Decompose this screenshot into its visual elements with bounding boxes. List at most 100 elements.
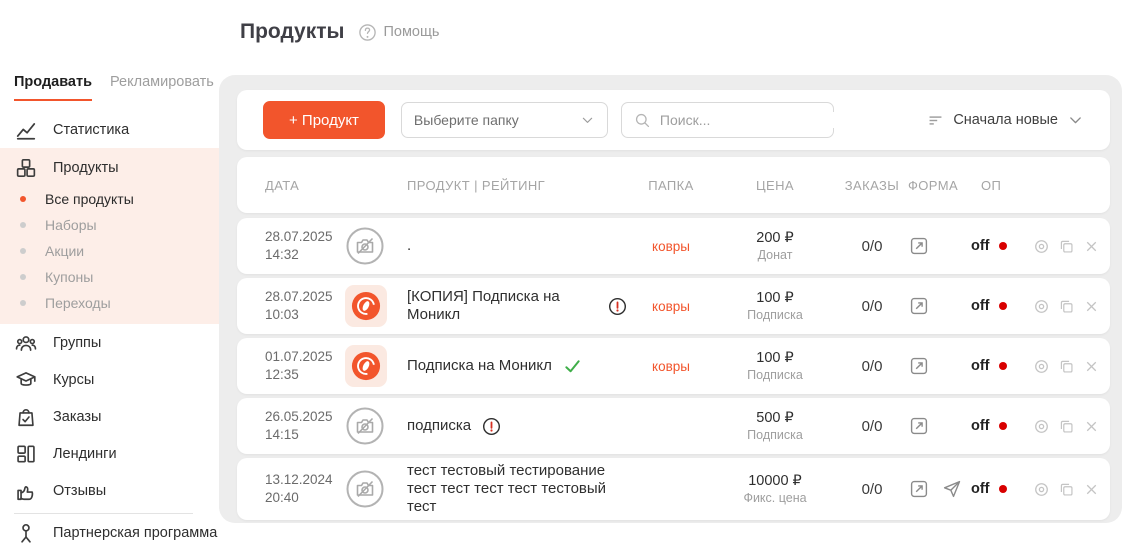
delete-icon[interactable] [1083, 358, 1100, 375]
form-link-icon[interactable] [909, 296, 929, 316]
sidebar-item-orders[interactable]: Заказы [0, 398, 219, 435]
price-type: Подписка [709, 428, 841, 442]
folder-link[interactable]: ковры [652, 239, 690, 254]
folder-select[interactable]: Выберите папку [401, 102, 608, 138]
price-type: Подписка [709, 368, 841, 382]
copy-icon[interactable] [1058, 358, 1075, 375]
sidebar-item-label: Лендинги [53, 446, 117, 462]
status-dot-icon [999, 302, 1007, 310]
copy-icon[interactable] [1058, 238, 1075, 255]
sidebar-item-sets[interactable]: Наборы [0, 212, 219, 238]
delete-icon[interactable] [1083, 298, 1100, 315]
product-title: . [407, 237, 411, 255]
view-icon[interactable] [1033, 358, 1050, 375]
row-date: 26.05.2025 [265, 408, 345, 426]
row-time: 14:15 [265, 426, 345, 444]
form-link-icon[interactable] [909, 236, 929, 256]
copy-icon[interactable] [1058, 481, 1075, 498]
form-link-icon[interactable] [909, 479, 929, 499]
tab-sell[interactable]: Продавать [14, 74, 92, 101]
product-title: Подписка на Моникл [407, 357, 552, 375]
sidebar-item-all-products[interactable]: Все продукты [0, 186, 219, 212]
sidebar-menu: Статистика Продукты Все продукты [0, 112, 219, 551]
view-icon[interactable] [1033, 238, 1050, 255]
sidebar-item-courses[interactable]: Курсы [0, 361, 219, 398]
sidebar-item-landings[interactable]: Лендинги [0, 435, 219, 472]
col-date: ДАТА [265, 178, 345, 193]
courses-icon [15, 369, 37, 391]
view-icon[interactable] [1033, 481, 1050, 498]
form-link-icon[interactable] [909, 416, 929, 436]
delete-icon[interactable] [1083, 238, 1100, 255]
products-icon [15, 157, 37, 179]
chevron-down-icon [1067, 112, 1084, 129]
sidebar-item-promos[interactable]: Акции [0, 238, 219, 264]
row-date: 28.07.2025 [265, 288, 345, 306]
folder-link[interactable]: ковры [652, 359, 690, 374]
col-product: ПРОДУКТ | РЕЙТИНГ [407, 178, 633, 193]
op-toggle[interactable]: off [969, 481, 1033, 497]
warning-icon [608, 297, 627, 316]
copy-icon[interactable] [1058, 298, 1075, 315]
table-header: ДАТА ПРОДУКТ | РЕЙТИНГ ПАПКА ЦЕНА ЗАКАЗЫ… [237, 157, 1110, 213]
price: 10000 ₽ [709, 473, 841, 489]
help-label: Помощь [383, 24, 439, 40]
view-icon[interactable] [1033, 298, 1050, 315]
table-row[interactable]: 28.07.2025 10:03 [КОПИЯ] Подписка на Мон… [237, 278, 1110, 334]
send-icon[interactable] [942, 479, 962, 499]
reviews-icon [15, 480, 37, 502]
sidebar-item-redirects[interactable]: Переходы [0, 290, 219, 316]
product-title: подписка [407, 417, 471, 435]
help-link[interactable]: Помощь [358, 23, 439, 42]
delete-icon[interactable] [1083, 481, 1100, 498]
sidebar-item-label: Курсы [53, 372, 94, 388]
table-row[interactable]: 01.07.2025 12:35 Подписка на Моникл ковр… [237, 338, 1110, 394]
op-toggle[interactable]: off [969, 298, 1033, 314]
no-image-icon [345, 469, 407, 509]
form-link-icon[interactable] [909, 356, 929, 376]
product-title: тест тестовый тестирование тест тест тес… [407, 462, 627, 517]
add-product-button[interactable]: + Продукт [263, 101, 385, 139]
price: 100 ₽ [709, 350, 841, 366]
table-row[interactable]: 13.12.2024 20:40 тест тестовый тестирова… [237, 458, 1110, 520]
warning-icon [482, 417, 501, 436]
sidebar-item-label: Отзывы [53, 483, 106, 499]
bullet-icon [20, 248, 26, 254]
table-row[interactable]: 28.07.2025 14:32 . ковры 200 ₽ Донат 0/0… [237, 218, 1110, 274]
copy-icon[interactable] [1058, 418, 1075, 435]
price: 100 ₽ [709, 290, 841, 306]
page-title: Продукты [240, 20, 344, 44]
view-icon[interactable] [1033, 418, 1050, 435]
sidebar-item-partner-program[interactable]: Партнерская программа [0, 514, 219, 551]
col-form: ФОРМА [903, 178, 969, 193]
main-panel: + Продукт Выберите папку Сначала новые Д… [219, 75, 1122, 523]
delete-icon[interactable] [1083, 418, 1100, 435]
monecle-logo-icon [345, 345, 387, 387]
orders-count: 0/0 [841, 298, 903, 315]
op-toggle[interactable]: off [969, 238, 1033, 254]
sidebar-item-coupons[interactable]: Купоны [0, 264, 219, 290]
op-toggle[interactable]: off [969, 418, 1033, 434]
search-box [621, 102, 834, 138]
sidebar-item-statistics[interactable]: Статистика [0, 112, 219, 148]
tab-advertise[interactable]: Рекламировать [110, 74, 214, 101]
status-dot-icon [999, 422, 1007, 430]
chevron-down-icon [580, 113, 595, 128]
help-icon [358, 23, 377, 42]
sort-control[interactable]: Сначала новые [927, 112, 1084, 129]
folder-link[interactable]: ковры [652, 299, 690, 314]
bullet-icon [20, 222, 26, 228]
sidebar-item-reviews[interactable]: Отзывы [0, 472, 219, 509]
col-folder: ПАПКА [633, 178, 709, 193]
col-price: ЦЕНА [709, 178, 841, 193]
op-status: off [971, 481, 990, 497]
product-title: [КОПИЯ] Подписка на Моникл [407, 288, 597, 325]
row-date: 13.12.2024 [265, 471, 345, 489]
sidebar-item-products[interactable]: Продукты [0, 150, 219, 186]
op-toggle[interactable]: off [969, 358, 1033, 374]
col-op: ОП [969, 178, 1033, 193]
search-input[interactable] [660, 112, 841, 128]
sidebar-item-label: Статистика [53, 122, 129, 138]
table-row[interactable]: 26.05.2025 14:15 подписка 500 ₽ Подписка… [237, 398, 1110, 454]
sidebar-item-groups[interactable]: Группы [0, 324, 219, 361]
